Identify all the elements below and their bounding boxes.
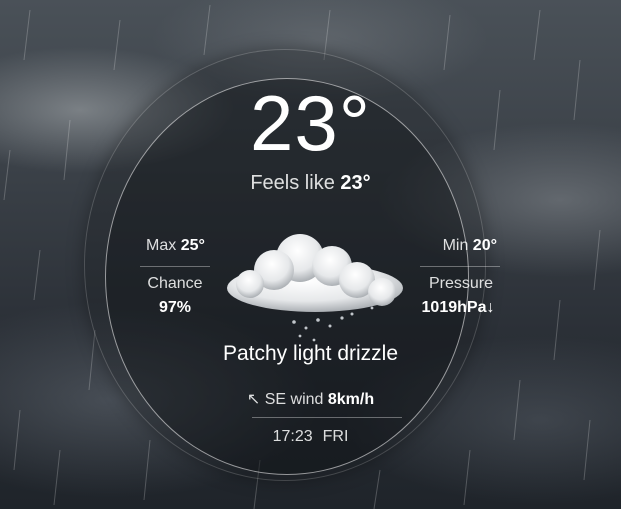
min-label: Min	[442, 237, 469, 254]
max-temperature: Max 25°	[146, 237, 205, 255]
feels-like-value: 23°	[340, 172, 371, 194]
wind-label: SE wind	[264, 391, 324, 408]
wind-direction-arrow-icon: ↖	[246, 391, 261, 408]
max-value: 25°	[180, 237, 205, 254]
divider-right	[420, 266, 500, 267]
pressure-value: 1019hPa↓	[421, 299, 495, 316]
pressure-label: Pressure	[428, 275, 494, 292]
wind-speed: 8km/h	[327, 391, 375, 408]
feels-like: Feels like 23°	[0, 172, 621, 195]
feels-like-label: Feels like	[250, 172, 335, 194]
day-value: FRI	[322, 428, 349, 445]
chance-label: Chance	[147, 275, 203, 292]
current-temperature: 23°	[250, 79, 371, 167]
max-label: Max	[146, 237, 177, 254]
time-value: 17:23	[272, 428, 313, 445]
min-value: 20°	[472, 237, 497, 254]
chance-value: 97%	[158, 299, 192, 316]
divider-left	[140, 266, 210, 267]
min-temperature: Min 20°	[443, 237, 497, 255]
condition-description: Patchy light drizzle	[222, 342, 399, 365]
cloud-drizzle-icon	[227, 234, 403, 342]
divider-bottom	[252, 417, 402, 418]
time-day: 17:23 FRI	[0, 428, 621, 446]
wind-info: ↖ SE wind 8km/h	[0, 389, 621, 409]
